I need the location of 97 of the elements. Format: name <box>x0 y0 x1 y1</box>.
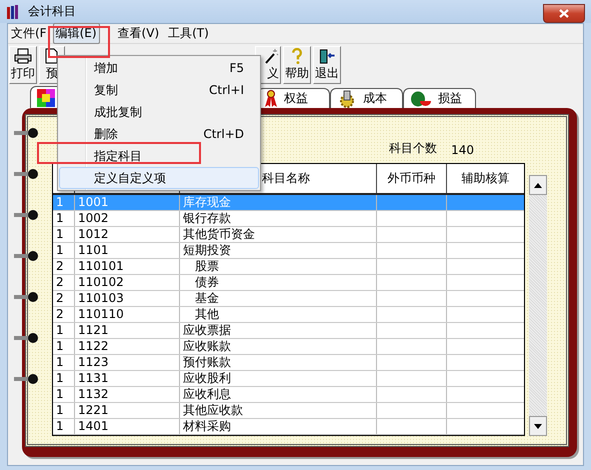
table-cell: 1401 <box>74 419 179 434</box>
table-cell-text: 1 <box>55 355 65 370</box>
menu-item[interactable]: 工具(T) <box>165 23 212 44</box>
table-row[interactable]: 1 1012 其他货币资金 <box>53 227 524 243</box>
close-icon <box>559 9 569 18</box>
count-value: 140 <box>451 143 474 157</box>
table-cell: 材料采购 <box>179 419 376 434</box>
column-header: 科目名称 <box>262 170 310 187</box>
table-cell: 预付账款 <box>179 355 376 370</box>
table-cell-text: 1 <box>55 243 65 258</box>
table-cell: 应收账款 <box>179 339 376 354</box>
table-row[interactable]: 1 1401 材料采购 <box>53 419 524 435</box>
binder-ring-icon <box>14 168 38 180</box>
table-row[interactable]: 1 1121 应收票据 <box>53 323 524 339</box>
table-row[interactable]: 2 110103 基金 <box>53 291 524 307</box>
down-arrow-icon[interactable] <box>534 424 542 428</box>
table-row[interactable]: 1 1131 应收股利 <box>53 371 524 387</box>
table-row[interactable]: 1 1122 应收账款 <box>53 339 524 355</box>
binder-ring-icon <box>14 127 38 139</box>
table-cell: 1012 <box>74 227 179 242</box>
window-title: 会计科目 <box>28 3 76 20</box>
tab[interactable]: 成本 <box>330 88 403 108</box>
table-row[interactable]: 1 1123 预付账款 <box>53 355 524 371</box>
table-cell-text: 2 <box>55 291 65 306</box>
table-cell-text: 1 <box>55 339 65 354</box>
table-cell-text: 1 <box>55 371 65 386</box>
table-cell-text: 2 <box>55 275 65 290</box>
question-icon <box>291 48 303 65</box>
menu-entry[interactable]: 定义自定义项 <box>59 167 259 189</box>
toolbar-button[interactable]: 打印 <box>9 46 37 84</box>
door-icon <box>318 48 336 65</box>
table-cell: 应收票据 <box>179 323 376 338</box>
menu-entry[interactable]: 删除 Ctrl+D <box>59 123 259 145</box>
binder-ring-icon <box>14 332 38 344</box>
blocks-icon <box>37 88 55 106</box>
table-cell: 1121 <box>74 323 179 338</box>
table-cell-text: 1 <box>55 419 65 434</box>
table-cell: 短期投资 <box>179 243 376 258</box>
table-cell: 1002 <box>74 211 179 226</box>
table-row[interactable]: 1 1132 应收利息 <box>53 387 524 403</box>
table-cell: 股票 <box>179 259 376 274</box>
table-cell: 其他货币资金 <box>179 227 376 242</box>
table-cell: 110110 <box>74 307 179 322</box>
table-cell: 1131 <box>74 371 179 386</box>
table-cell-text: 1 <box>55 387 65 402</box>
table-row[interactable]: 2 110101 股票 <box>53 259 524 275</box>
table-cell: 1221 <box>74 403 179 418</box>
table-row[interactable]: 2 110110 其他 <box>53 307 524 323</box>
menu-entry[interactable]: 指定科目 <box>59 145 259 167</box>
column-header: 辅助核算 <box>462 170 510 187</box>
menu-item[interactable]: 编辑(E) <box>52 23 100 44</box>
table-cell: 1132 <box>74 387 179 402</box>
binder-ring-icon <box>14 250 38 262</box>
table-cell: 其他应收款 <box>179 403 376 418</box>
table-cell: 应收利息 <box>179 387 376 402</box>
table-cell: 应收股利 <box>179 371 376 386</box>
table-cell-text: 1 <box>55 211 65 226</box>
binder-ring-icon <box>14 291 38 303</box>
table-cell: 1001 <box>74 195 179 210</box>
table-cell: 110103 <box>74 291 179 306</box>
menu-item[interactable]: 查看(V) <box>114 23 162 44</box>
toolbar-button[interactable]: 帮助 <box>283 46 311 84</box>
toolbar-button[interactable]: 退出 <box>313 46 341 84</box>
printer-icon <box>14 48 32 64</box>
table-cell-text: 1 <box>55 227 65 242</box>
table-cell: 债券 <box>179 275 376 290</box>
table-cell-text: 1 <box>55 403 65 418</box>
gear-icon <box>337 90 357 108</box>
table-cell: 库存现金 <box>179 195 376 210</box>
table-row[interactable]: 1 1002 银行存款 <box>53 211 524 227</box>
binder-ring-icon <box>14 373 38 385</box>
table-cell-text: 1 <box>55 195 65 210</box>
table-cell: 1123 <box>74 355 179 370</box>
table-cell: 1122 <box>74 339 179 354</box>
menu-entry[interactable]: 成批复制 <box>59 101 259 123</box>
up-arrow-icon[interactable] <box>534 182 542 188</box>
table-cell: 110101 <box>74 259 179 274</box>
table-cell: 1101 <box>74 243 179 258</box>
table-cell: 银行存款 <box>179 211 376 226</box>
table-row[interactable]: 2 110102 债券 <box>53 275 524 291</box>
table-cell: 其他 <box>179 307 376 322</box>
close-button[interactable] <box>543 4 585 23</box>
wand-icon <box>265 48 279 64</box>
table-cell-text: 2 <box>55 307 65 322</box>
table-cell: 基金 <box>179 291 376 306</box>
count-label: 科目个数 <box>389 140 438 157</box>
table-row[interactable]: 1 1101 短期投资 <box>53 243 524 259</box>
table-cell: 110102 <box>74 275 179 290</box>
table-cell-text: 1 <box>55 323 65 338</box>
tab[interactable]: 损益 <box>403 88 476 108</box>
column-header: 外币币种 <box>388 170 436 187</box>
table-row[interactable]: 1 1221 其他应收款 <box>53 403 524 419</box>
table-cell-text: 2 <box>55 259 65 274</box>
menu-item[interactable]: 文件(F <box>8 23 50 44</box>
binder-ring-icon <box>14 209 38 221</box>
melon-icon <box>410 90 432 106</box>
scrollbar[interactable] <box>529 175 547 436</box>
